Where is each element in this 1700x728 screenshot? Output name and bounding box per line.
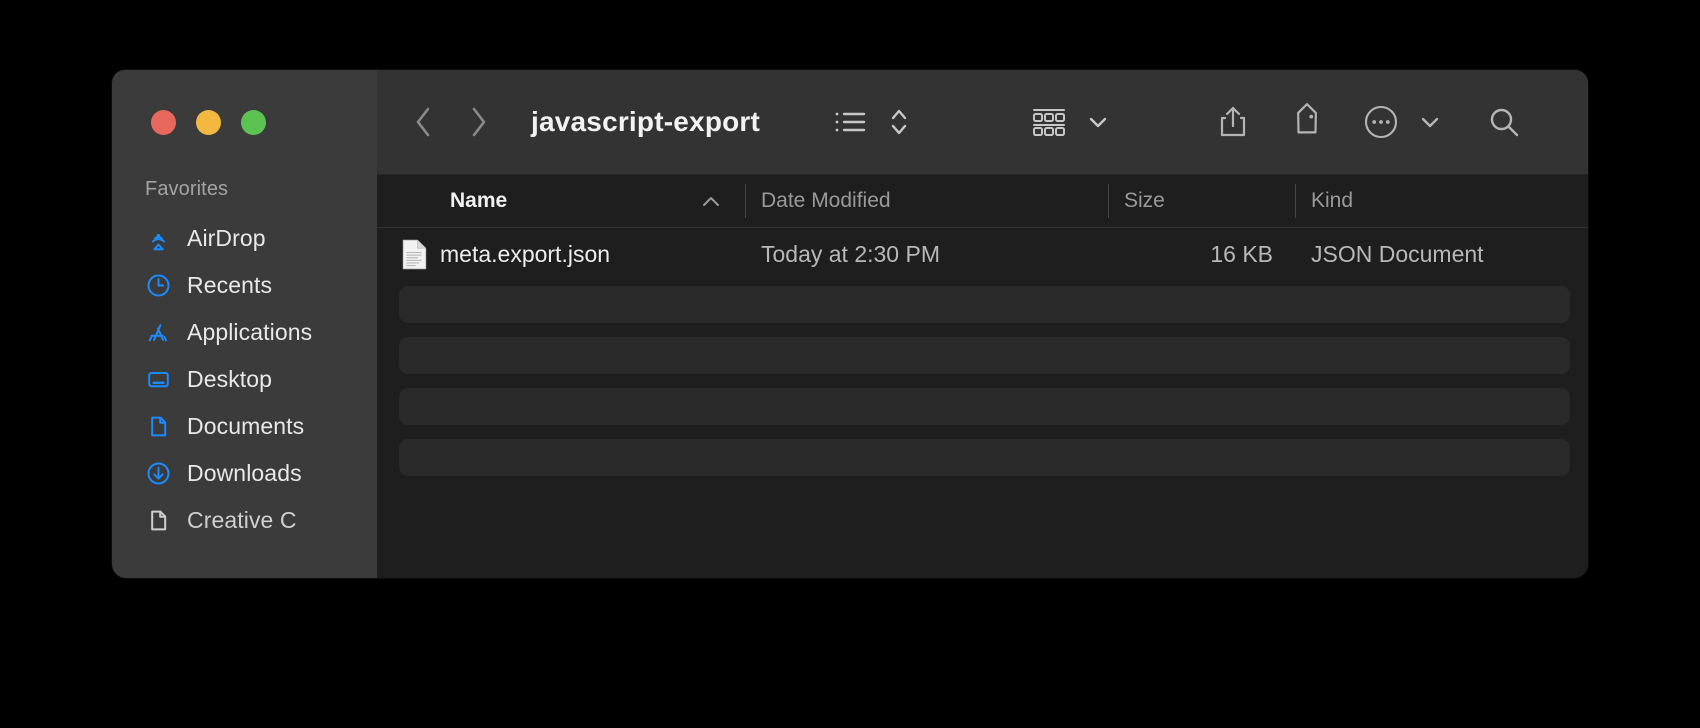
maximize-button[interactable]: [241, 110, 266, 135]
sidebar-item-recents[interactable]: Recents: [112, 262, 377, 309]
back-button[interactable]: [397, 99, 451, 145]
file-name-cell: meta.export.json: [377, 239, 745, 270]
close-button[interactable]: [151, 110, 176, 135]
sidebar-scroll-area[interactable]: Favorites AirDrop Recents Applications D…: [112, 178, 377, 578]
tag-button[interactable]: [1269, 99, 1345, 145]
sidebar-item-label: Applications: [187, 319, 313, 345]
airdrop-icon: [145, 225, 172, 252]
column-header-kind[interactable]: Kind: [1295, 175, 1588, 227]
list-view-button[interactable]: [830, 99, 870, 145]
more-actions-button[interactable]: [1361, 99, 1401, 145]
placeholder-row: [399, 439, 1570, 476]
column-header-label: Name: [450, 189, 508, 212]
placeholder-row: [399, 388, 1570, 425]
column-header-date-modified[interactable]: Date Modified: [745, 175, 1108, 227]
sidebar-item-label: Desktop: [187, 366, 273, 392]
sidebar-item-label: Downloads: [187, 460, 302, 486]
sidebar-item-label: Creative C: [187, 507, 297, 533]
json-file-icon: [402, 239, 427, 270]
applications-icon: [145, 319, 172, 346]
column-header-row: Name Date Modified Size Kind: [377, 175, 1588, 228]
content-pane: javascript-export Name Date Modified Siz…: [377, 70, 1588, 578]
sidebar-item-label: Documents: [187, 413, 305, 439]
more-dropdown-button[interactable]: [1410, 99, 1450, 145]
placeholder-row: [399, 337, 1570, 374]
tag-icon: [1290, 103, 1324, 138]
view-controls: [830, 99, 919, 145]
column-header-label: Size: [1124, 189, 1165, 212]
folder-document-icon: [145, 507, 172, 534]
clock-icon: [145, 272, 172, 299]
sidebar-item-label: Recents: [187, 272, 273, 298]
chevron-up-down-icon: [889, 106, 909, 138]
minimize-button[interactable]: [196, 110, 221, 135]
chevron-right-icon: [467, 105, 489, 139]
sidebar: Favorites AirDrop Recents Applications D…: [112, 70, 377, 578]
sidebar-section-favorites: Favorites: [145, 178, 229, 200]
sidebar-item-applications[interactable]: Applications: [112, 309, 377, 356]
list-view-icon: [834, 108, 866, 136]
download-icon: [145, 460, 172, 487]
group-view-icon: [1031, 106, 1067, 138]
chevron-left-icon: [413, 105, 435, 139]
search-button[interactable]: [1450, 99, 1558, 145]
file-size: 16 KB: [1210, 240, 1273, 267]
page-title: javascript-export: [531, 106, 761, 137]
group-controls: [1029, 99, 1118, 145]
file-list[interactable]: meta.export.json Today at 2:30 PM 16 KB …: [377, 228, 1588, 578]
sort-ascending-icon: [701, 194, 721, 208]
column-header-label: Date Modified: [761, 189, 891, 212]
share-button[interactable]: [1197, 99, 1269, 145]
more-actions-icon: [1363, 104, 1399, 140]
desktop-icon: [145, 366, 172, 393]
document-icon: [145, 413, 172, 440]
column-header-label: Kind: [1311, 189, 1354, 212]
group-dropdown-button[interactable]: [1078, 99, 1118, 145]
column-header-size[interactable]: Size: [1108, 175, 1295, 227]
sidebar-item-airdrop[interactable]: AirDrop: [112, 215, 377, 262]
sidebar-item-desktop[interactable]: Desktop: [112, 356, 377, 403]
finder-window: Favorites AirDrop Recents Applications D…: [112, 70, 1588, 578]
placeholder-row: [399, 286, 1570, 323]
more-controls: [1361, 99, 1450, 145]
sort-order-button[interactable]: [879, 99, 919, 145]
window-controls: [151, 110, 266, 135]
forward-button[interactable]: [451, 99, 505, 145]
share-icon: [1218, 105, 1248, 139]
sidebar-item-downloads[interactable]: Downloads: [112, 450, 377, 497]
group-view-button[interactable]: [1029, 99, 1069, 145]
sidebar-item-creative-c[interactable]: Creative C: [112, 497, 377, 544]
table-row[interactable]: meta.export.json Today at 2:30 PM 16 KB …: [377, 229, 1588, 279]
file-kind: JSON Document: [1311, 240, 1484, 267]
column-header-name[interactable]: Name: [377, 175, 745, 227]
toolbar: javascript-export: [377, 70, 1588, 175]
chevron-down-icon: [1087, 111, 1109, 133]
sidebar-item-documents[interactable]: Documents: [112, 403, 377, 450]
file-name: meta.export.json: [440, 240, 611, 267]
chevron-down-icon: [1419, 111, 1441, 133]
search-icon: [1487, 105, 1521, 139]
sidebar-item-label: AirDrop: [187, 225, 266, 251]
file-date-modified: Today at 2:30 PM: [761, 240, 940, 267]
